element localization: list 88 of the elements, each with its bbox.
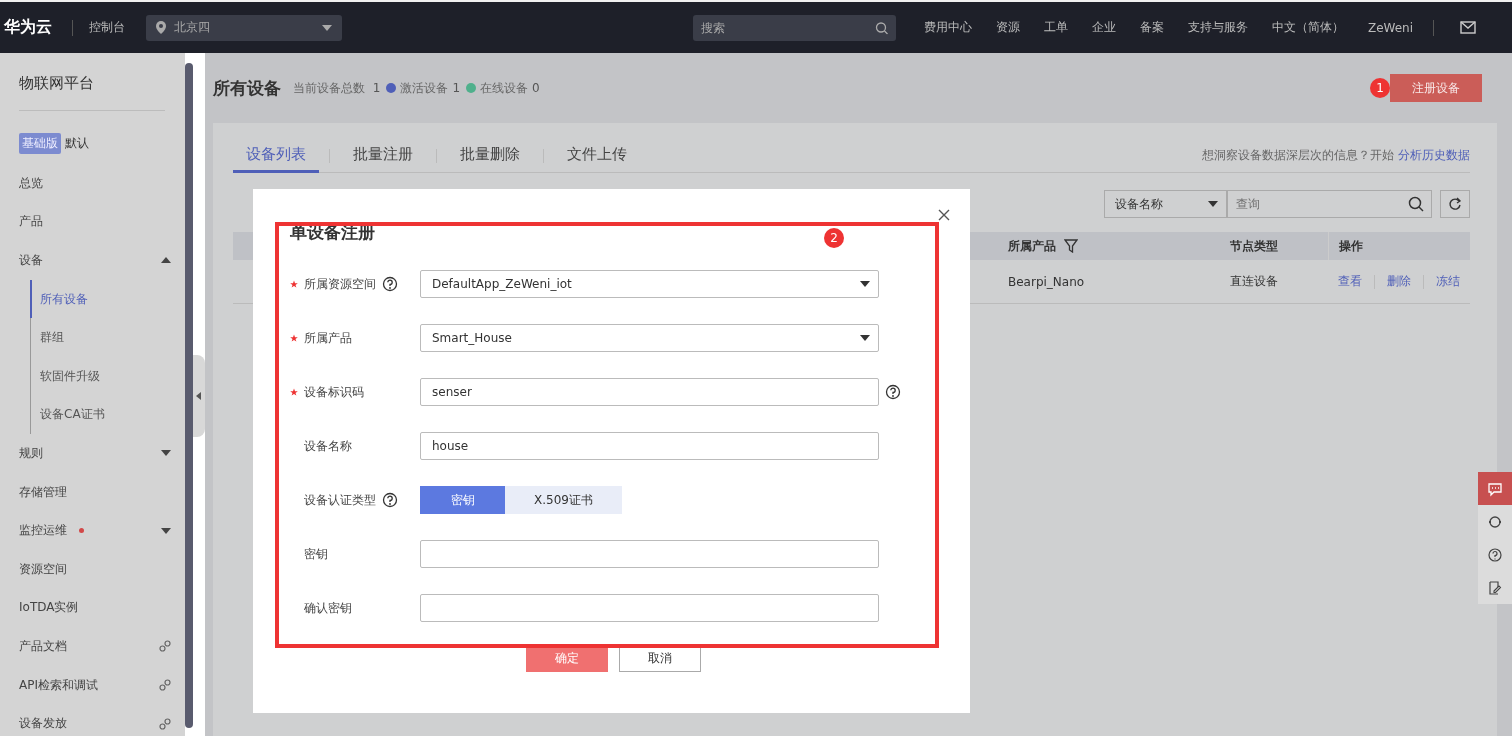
tab[interactable]: 批量删除 [447, 138, 533, 173]
column-header: 所属产品 [1008, 237, 1056, 255]
action-link[interactable]: 查看 [1338, 273, 1362, 290]
device-count: 当前设备总数 [293, 79, 366, 97]
mail-icon[interactable] [1460, 21, 1476, 34]
nav-link[interactable]: 工单 [1043, 19, 1068, 36]
action-link[interactable]: 删除 [1387, 273, 1411, 290]
count-value: 1 [372, 81, 381, 95]
action-link[interactable]: 冻结 [1436, 273, 1460, 290]
nav-link[interactable]: 资源 [995, 19, 1020, 36]
history-link[interactable]: 分析历史数据 [1398, 147, 1470, 164]
nav-link[interactable]: 支持与服务 [1187, 19, 1248, 36]
column-header: 节点类型 [1230, 237, 1278, 255]
annotation-badge: 2 [824, 228, 844, 248]
sidebar-item[interactable]: 规则 [19, 434, 185, 473]
sidebar-subitem[interactable]: 软固件升级 [31, 356, 185, 396]
input-field[interactable] [420, 540, 879, 568]
table-cell: Bearpi_Nano [1008, 274, 1085, 289]
tab[interactable]: 文件上传 [554, 138, 640, 173]
nav-link[interactable]: 费用中心 [923, 19, 972, 36]
caret-icon [860, 334, 870, 342]
user-menu[interactable]: ZeWeni [1367, 20, 1413, 35]
collapse-handle[interactable] [193, 355, 205, 437]
search-field[interactable]: 搜索 [692, 14, 896, 41]
legend-label: 激活设备 [400, 79, 449, 97]
sidebar-item[interactable]: 存储管理 [19, 472, 185, 512]
caret-icon [1208, 200, 1218, 208]
sidebar-subitem[interactable]: 群组 [31, 318, 185, 357]
link-icon [159, 679, 171, 691]
edition-label: 默认 [65, 135, 89, 152]
sidebar-item[interactable]: 产品 [19, 202, 185, 242]
sidebar-subitem[interactable]: 设备CA证书 [31, 395, 185, 435]
sidebar-item[interactable]: 总览 [19, 164, 185, 203]
table-cell: 直连设备 [1230, 273, 1278, 290]
input-field[interactable]: senser [420, 378, 879, 406]
scrollbar[interactable] [185, 63, 193, 728]
region-select[interactable]: 北京四 [146, 14, 342, 41]
nav-link[interactable]: 备案 [1139, 19, 1164, 36]
field-label: 设备名称 [304, 437, 352, 455]
caret-icon [322, 23, 332, 32]
refresh-button[interactable] [1440, 190, 1470, 218]
field-label: 确认密钥 [304, 599, 352, 617]
column-header: 操作 [1339, 237, 1363, 255]
register-button[interactable]: 注册设备 [1390, 74, 1482, 102]
link-icon [159, 640, 171, 653]
link-icon [159, 717, 171, 730]
console-link[interactable]: 控制台 [89, 19, 125, 36]
insight-text: 想洞察设备数据深层次的信息？开始 [1202, 147, 1394, 164]
close-icon[interactable] [938, 209, 950, 221]
toggle-option[interactable]: X.509证书 [505, 486, 622, 514]
sidebar-item[interactable]: 资源空间 [19, 549, 185, 589]
location-icon [156, 21, 166, 34]
select-field[interactable]: Smart_House [420, 324, 879, 352]
refresh-icon [1448, 197, 1462, 211]
input-field[interactable]: house [420, 432, 879, 460]
search-icon [874, 21, 888, 34]
toggle-option[interactable]: 密钥 [420, 486, 505, 514]
field-label: 设备认证类型 [304, 491, 376, 509]
nav-link[interactable]: 中文（简体） [1271, 19, 1344, 36]
page-title: 所有设备 [213, 76, 281, 100]
nav-link[interactable]: 企业 [1091, 19, 1116, 36]
count-value: 1 [452, 81, 461, 95]
field-label: 设备标识码 [304, 383, 364, 401]
filter-icon [1064, 239, 1078, 253]
filter-select[interactable]: 设备名称 [1104, 190, 1227, 218]
field-label: 密钥 [304, 545, 328, 563]
sidebar-item[interactable]: IoTDA实例 [19, 588, 185, 628]
sidebar-item[interactable]: 产品文档 [19, 627, 185, 666]
logo[interactable]: 华为云 [4, 17, 52, 38]
field-label: 所属资源空间 [304, 275, 376, 293]
sidebar-item[interactable]: 设备发放 [19, 704, 185, 736]
select-field[interactable]: DefaultApp_ZeWeni_iot [420, 270, 879, 298]
legend-label: 在线设备 [480, 79, 529, 97]
sidebar-item[interactable]: 监控运维 [19, 511, 185, 550]
sidebar-item[interactable]: 设备 [19, 241, 185, 280]
caret-icon [860, 280, 870, 288]
field-label: 所属产品 [304, 329, 352, 347]
edition-badge: 基础版 [19, 133, 61, 154]
sidebar-item[interactable]: API检索和调试 [19, 665, 185, 705]
sidebar-title: 物联网平台 [19, 69, 165, 111]
tab[interactable]: 批量注册 [340, 138, 426, 173]
query-field[interactable]: 查询 [1227, 190, 1432, 218]
count-value: 0 [532, 81, 540, 95]
chat-icon[interactable] [1478, 472, 1512, 505]
tab[interactable]: 设备列表 [233, 138, 319, 173]
search-icon [1408, 196, 1424, 212]
input-field[interactable] [420, 594, 879, 622]
annotation-badge: 1 [1370, 78, 1390, 98]
